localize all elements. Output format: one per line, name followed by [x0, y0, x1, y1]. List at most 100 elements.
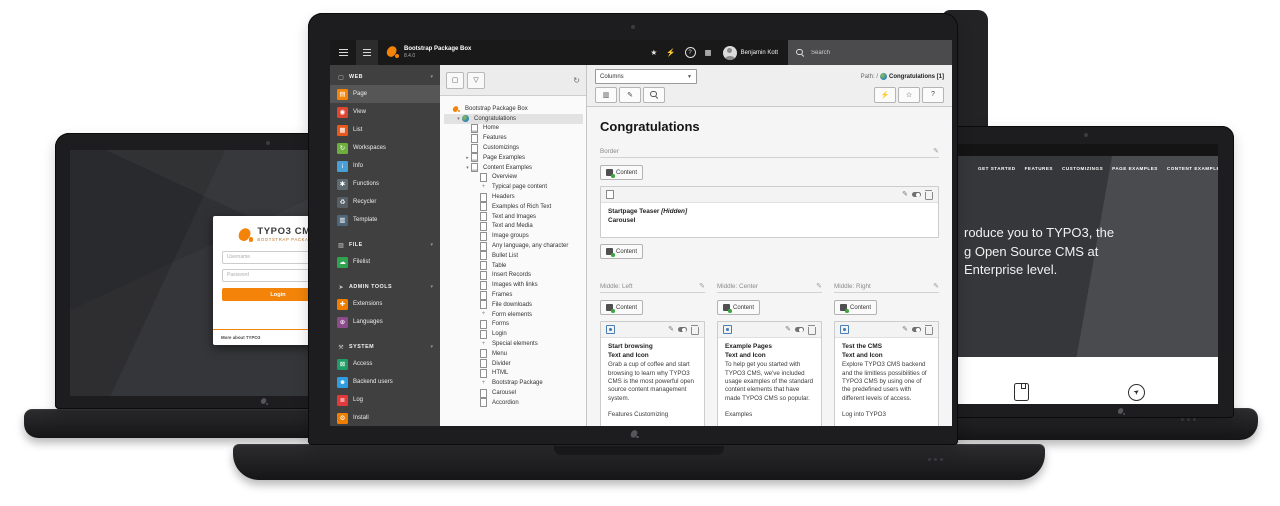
module-filelist[interactable]: ☁Filelist [330, 253, 440, 271]
tree-node-examples-of-rich-text[interactable]: Examples of Rich Text [444, 202, 583, 212]
visibility-toggle-icon[interactable] [795, 327, 804, 333]
help-icon[interactable]: ? [685, 47, 696, 58]
tree-node-features[interactable]: Features [444, 133, 583, 143]
refresh-icon[interactable]: ↻ [573, 76, 580, 85]
edit-icon[interactable]: ✎ [668, 326, 674, 333]
module-list[interactable]: ▦List [330, 121, 440, 139]
tree-node-file-downloads[interactable]: File downloads [444, 300, 583, 310]
module-recycler[interactable]: ♻Recycler [330, 193, 440, 211]
search-input[interactable] [809, 49, 913, 57]
tree-node-insert-records[interactable]: Insert Records [444, 271, 583, 281]
frontend-nav-features[interactable]: FEATURES [1025, 166, 1053, 171]
content-element-card[interactable]: ✎Test the CMSText and IconExplore TYPO3 … [834, 321, 939, 426]
visibility-toggle-icon[interactable] [678, 327, 687, 333]
tree-node-bullet-list[interactable]: Bullet List [444, 251, 583, 261]
module-backend-users[interactable]: ☻Backend users [330, 373, 440, 391]
edit-column-icon[interactable]: ✎ [699, 283, 705, 290]
module-page[interactable]: ▤Page [330, 85, 440, 103]
frontend-nav-customizings[interactable]: CUSTOMIZINGS [1062, 166, 1103, 171]
tree-node-menu[interactable]: Menu [444, 349, 583, 359]
module-log[interactable]: ≣Log [330, 391, 440, 409]
user-menu[interactable]: Benjamin Kott [723, 46, 778, 60]
tree-node-special-elements[interactable]: +Special elements [444, 339, 583, 349]
add-content-button[interactable]: Content [600, 244, 643, 259]
module-workspaces[interactable]: ↻Workspaces [330, 139, 440, 157]
add-content-button[interactable]: Content [717, 300, 760, 315]
tree-node-image-groups[interactable]: Image groups [444, 231, 583, 241]
tree-node-form-elements[interactable]: +Form elements [444, 310, 583, 320]
module-functions[interactable]: ✱Functions [330, 175, 440, 193]
tree-node-table[interactable]: Table [444, 261, 583, 271]
delete-icon[interactable] [808, 327, 816, 335]
module-access[interactable]: ⊠Access [330, 355, 440, 373]
lightning-icon[interactable]: ⚡ [666, 49, 675, 57]
frontend-nav-page-examples[interactable]: PAGE EXAMPLES [1112, 166, 1158, 171]
tree-node-customizings[interactable]: Customizings [444, 143, 583, 153]
content-element-card[interactable]: ✎Example PagesText and IconTo help get y… [717, 321, 822, 426]
filter-icon[interactable]: ▽ [467, 72, 485, 89]
new-page-icon[interactable]: ▢ [446, 72, 464, 89]
columns-select[interactable]: Columns ▼ [595, 69, 697, 84]
module-languages[interactable]: ⊕Languages [330, 313, 440, 331]
expander-icon[interactable]: ▾ [455, 116, 462, 122]
tree-node-bootstrap-package[interactable]: +Bootstrap Package [444, 378, 583, 388]
edit-icon[interactable]: ✎ [902, 326, 908, 333]
frontend-nav-content-examples[interactable]: CONTENT EXAMPLES [1167, 166, 1218, 171]
edit-column-icon[interactable]: ✎ [933, 283, 939, 290]
add-content-button[interactable]: Content [600, 165, 643, 180]
edit-icon[interactable]: ✎ [785, 326, 791, 333]
tree-node-forms[interactable]: Forms [444, 320, 583, 330]
frontend-nav-get-started[interactable]: GET STARTED [978, 166, 1016, 171]
tree-node-login[interactable]: Login [444, 329, 583, 339]
tree-node-text-and-images[interactable]: Text and Images [444, 212, 583, 222]
module-extensions[interactable]: ✚Extensions [330, 295, 440, 313]
delete-icon[interactable] [691, 327, 699, 335]
more-about-typo3-link[interactable]: More about TYPO3 [221, 335, 260, 340]
add-content-button[interactable]: Content [834, 300, 877, 315]
tree-node-text-and-media[interactable]: Text and Media [444, 222, 583, 232]
grid-icon[interactable]: ▦ [705, 49, 712, 57]
tree-node-headers[interactable]: Headers [444, 192, 583, 202]
edit-icon[interactable]: ✎ [902, 191, 908, 198]
module-template[interactable]: ▥Template [330, 211, 440, 229]
bookmark-star-button[interactable]: ☆ [898, 87, 920, 103]
section-admin-tools[interactable]: ➤ADMIN TOOLS▾ [330, 279, 440, 295]
tree-node-accordion[interactable]: Accordion [444, 398, 583, 408]
section-web[interactable]: ▢WEB▾ [330, 69, 440, 85]
tree-node-frames[interactable]: Frames [444, 290, 583, 300]
search-button[interactable] [643, 87, 665, 103]
tree-node-divider[interactable]: Divider [444, 359, 583, 369]
tree-node-content-examples[interactable]: ▾Content Examples [444, 163, 583, 173]
lightning-button[interactable]: ⚡ [874, 87, 896, 103]
section-system[interactable]: ⚒SYSTEM▾ [330, 339, 440, 355]
delete-icon[interactable] [925, 327, 933, 335]
expander-icon[interactable]: ▸ [464, 155, 471, 161]
add-content-button[interactable]: Content [600, 300, 643, 315]
tree-node-overview[interactable]: Overview [444, 173, 583, 183]
edit-column-icon[interactable]: ✎ [933, 148, 939, 155]
bookmark-star-icon[interactable]: ★ [650, 49, 657, 57]
module-install[interactable]: ⚙Install [330, 409, 440, 426]
tree-node-any-language-any-character[interactable]: Any language, any character [444, 241, 583, 251]
modulemenu-toggle-icon[interactable] [356, 40, 378, 65]
layout-view-button[interactable]: ▥ [595, 87, 617, 103]
tree-node-congratulations[interactable]: ▾Congratulations [444, 114, 583, 124]
tree-node-html[interactable]: HTML [444, 369, 583, 379]
tree-node-home[interactable]: Home [444, 124, 583, 134]
hamburger-icon[interactable] [339, 49, 348, 56]
tree-node-page-examples[interactable]: ▸Page Examples [444, 153, 583, 163]
module-info[interactable]: iInfo [330, 157, 440, 175]
tree-node-carousel[interactable]: Carousel [444, 388, 583, 398]
edit-column-icon[interactable]: ✎ [816, 283, 822, 290]
edit-page-button[interactable]: ✎ [619, 87, 641, 103]
content-element-card[interactable]: ✎Start browsingText and IconGrab a cup o… [600, 321, 705, 426]
visibility-toggle-icon[interactable] [912, 192, 921, 198]
module-view[interactable]: ◉View [330, 103, 440, 121]
section-file[interactable]: ▨FILE▾ [330, 237, 440, 253]
tree-node-bootstrap-package-box[interactable]: Bootstrap Package Box [444, 104, 583, 114]
content-element-card[interactable]: ✎Startpage Teaser [Hidden]Carousel [600, 186, 939, 238]
visibility-toggle-icon[interactable] [912, 327, 921, 333]
expander-icon[interactable]: ▾ [464, 165, 471, 171]
help-button[interactable]: ? [922, 87, 944, 103]
tree-node-images-with-links[interactable]: Images with links [444, 280, 583, 290]
